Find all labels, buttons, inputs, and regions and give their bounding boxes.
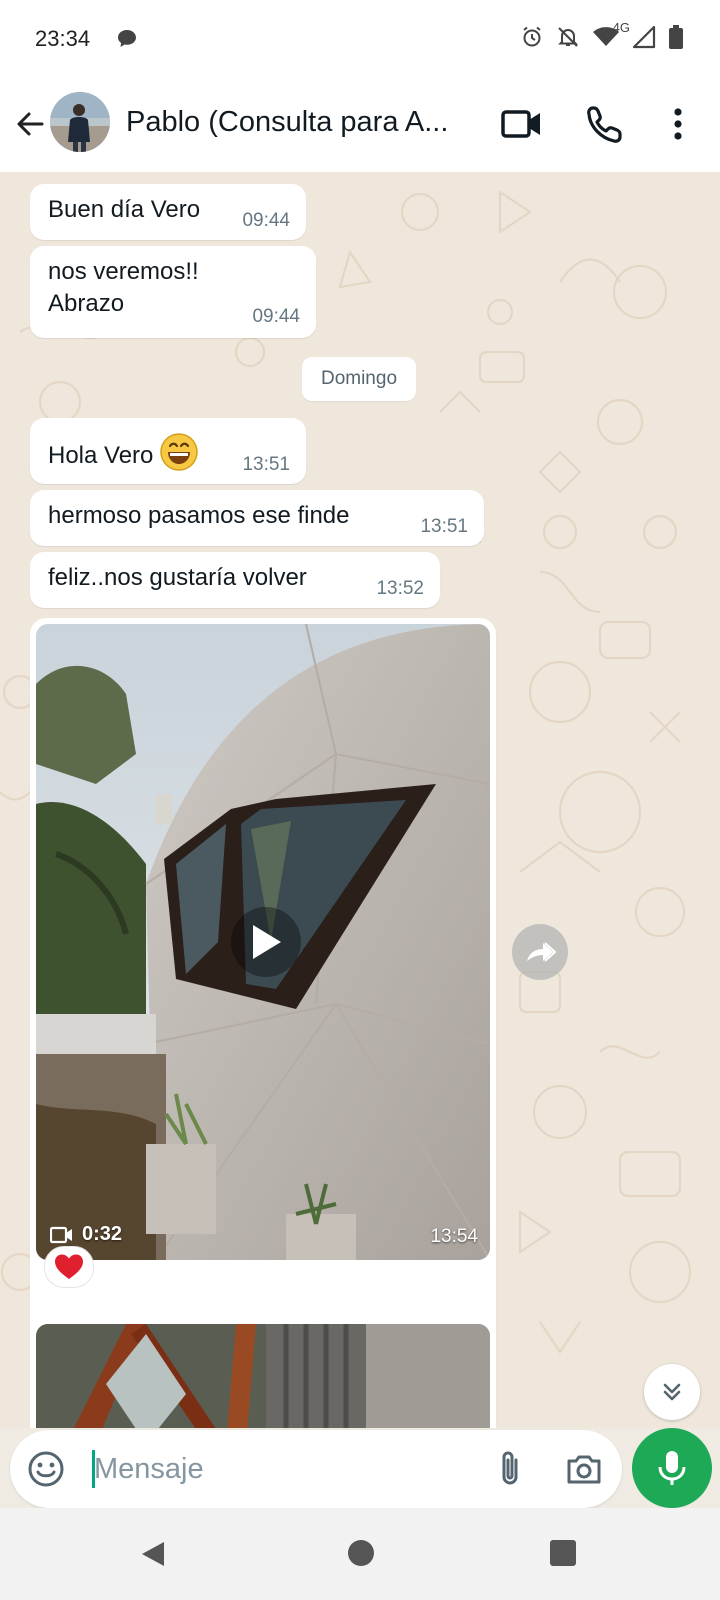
message-bubble[interactable]: Hola Vero 13:51 — [30, 418, 306, 484]
system-navigation-bar — [0, 1508, 720, 1600]
red-heart-icon — [55, 1254, 83, 1279]
alarm-icon — [520, 25, 544, 54]
message-time: 13:51 — [242, 454, 290, 475]
message-input[interactable] — [94, 1446, 474, 1492]
chat-area[interactable]: Buen día Vero 09:44 nos veremos!! Abrazo… — [0, 172, 720, 1428]
voice-message-button[interactable] — [632, 1428, 712, 1508]
message-text: Buen día Vero — [48, 196, 201, 223]
camera-icon — [567, 1455, 601, 1484]
message-reaction[interactable] — [44, 1246, 94, 1288]
video-call-icon — [501, 110, 540, 138]
paperclip-icon — [502, 1451, 518, 1485]
nav-recents-icon[interactable] — [550, 1540, 576, 1566]
forward-icon — [527, 942, 556, 962]
date-separator: Domingo — [302, 357, 416, 401]
message-time: 09:44 — [242, 210, 290, 231]
battery-icon — [668, 24, 684, 55]
grinning-face-icon — [159, 432, 199, 481]
mic-icon — [658, 1451, 686, 1485]
videocam-icon — [50, 1226, 72, 1243]
message-text: feliz..nos gustaría volver — [48, 564, 307, 591]
double-chevron-down-icon — [663, 1383, 681, 1401]
message-text-content: Hola Vero — [48, 441, 154, 469]
arrow-back-icon — [17, 112, 44, 136]
video-duration-text: 0:32 — [82, 1223, 123, 1245]
emoji-button[interactable] — [26, 1449, 66, 1489]
camera-button[interactable] — [564, 1448, 604, 1490]
signal-icon — [632, 25, 656, 54]
message-text: Hola Vero — [48, 432, 199, 481]
voice-call-button[interactable] — [584, 104, 624, 144]
wifi-icon — [592, 25, 620, 54]
scroll-to-bottom-button[interactable] — [644, 1364, 700, 1420]
chat-bubble-icon — [116, 28, 138, 55]
message-composer — [10, 1430, 622, 1508]
emoji-icon — [28, 1451, 64, 1487]
message-bubble[interactable]: Buen día Vero 09:44 — [30, 184, 306, 240]
message-text-line-1: nos veremos!! — [48, 258, 199, 285]
notifications-off-icon — [556, 25, 580, 54]
video-call-button[interactable] — [500, 106, 544, 142]
phone-icon — [587, 106, 622, 143]
message-time: 13:54 — [430, 1226, 478, 1247]
contact-avatar[interactable] — [50, 92, 110, 152]
back-button[interactable] — [10, 104, 50, 144]
attach-button[interactable] — [490, 1448, 530, 1490]
video-thumbnail[interactable]: 0:32 13:54 — [36, 624, 490, 1260]
chat-header: Pablo (Consulta para A... — [0, 76, 720, 172]
play-icon — [253, 925, 281, 959]
contact-name[interactable]: Pablo (Consulta para A... — [126, 106, 480, 139]
nav-home-icon[interactable] — [348, 1540, 374, 1566]
more-vert-icon — [674, 108, 682, 140]
message-text: hermoso pasamos ese finde — [48, 502, 350, 529]
image-thumbnail[interactable] — [36, 1324, 490, 1428]
message-bubble[interactable]: feliz..nos gustaría volver 13:52 — [30, 552, 440, 608]
more-options-button[interactable] — [664, 104, 692, 144]
status-icons — [520, 24, 684, 54]
status-bar: 23:34 4G — [0, 0, 720, 76]
forward-button[interactable] — [512, 924, 568, 980]
message-text-line-2: Abrazo — [48, 290, 125, 317]
status-time: 23:34 — [35, 26, 91, 51]
play-button[interactable] — [231, 907, 301, 977]
message-time: 09:44 — [252, 306, 300, 327]
message-time: 13:52 — [376, 578, 424, 599]
message-time: 13:51 — [420, 516, 468, 537]
video-message-bubble[interactable]: 0:32 13:54 — [30, 618, 496, 1428]
video-duration: 0:32 — [50, 1223, 122, 1246]
message-bubble[interactable]: nos veremos!! Abrazo 09:44 — [30, 246, 316, 338]
message-bubble[interactable]: hermoso pasamos ese finde 13:51 — [30, 490, 484, 546]
nav-back-icon[interactable] — [140, 1540, 168, 1573]
